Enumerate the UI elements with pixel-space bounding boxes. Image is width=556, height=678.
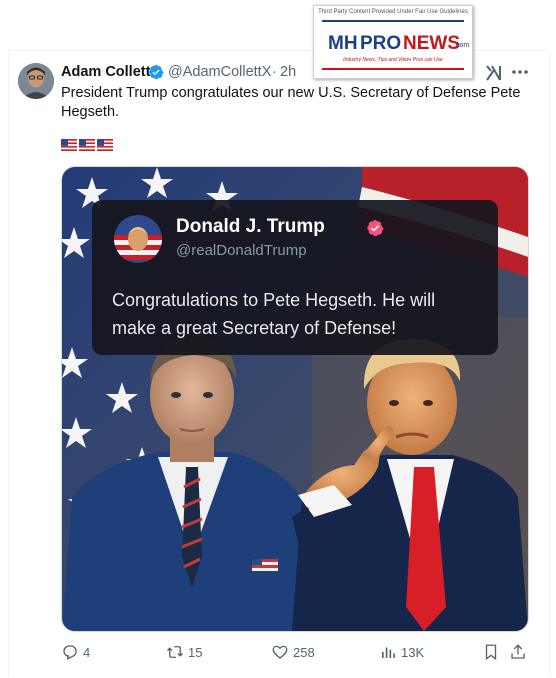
like-icon [272,645,288,659]
watermark-rule [322,20,464,22]
watermark-tagline: Industry News, Tips and Views Pros can U… [343,57,443,63]
post-media-image[interactable]: Donald J. Trump @realDonaldTrump Congrat… [61,166,529,632]
share-icon [511,644,525,659]
author-name[interactable]: Adam Collett [61,64,150,80]
repost-button[interactable]: 15 [166,642,202,662]
embedded-post-card: Donald J. Trump @realDonaldTrump Congrat… [92,200,498,355]
us-flag-icon [61,139,77,151]
post-time[interactable]: 2h [280,64,296,80]
flag-emojis [61,139,113,153]
views-count: 13K [401,644,425,660]
us-flag-icon [79,139,95,151]
action-bar: 4 15 258 13K [61,642,531,664]
reply-icon [63,645,77,660]
like-button[interactable]: 258 [271,642,315,662]
reply-button[interactable]: 4 [61,642,90,662]
author-handle[interactable]: @AdamCollettX [168,64,271,80]
more-icon[interactable] [509,63,531,81]
watermark-logo: MH PRO NEWS .com [314,28,472,58]
watermark: Third Party Content Provided Under Fair … [313,5,473,79]
embedded-post-name: Donald J. Trump [176,216,325,237]
time-separator: · [272,64,277,80]
share-button[interactable] [509,642,527,662]
views-icon [382,647,395,658]
verified-badge-icon [149,64,164,80]
watermark-caption: Third Party Content Provided Under Fair … [318,9,468,15]
like-count: 258 [293,644,315,660]
tweet-text: President Trump congratulates our new U.… [61,85,521,120]
page: Third Party Content Provided Under Fair … [0,0,556,678]
watermark-logo-mh: MH [328,33,358,54]
bookmark-button[interactable] [482,642,500,662]
watermark-logo-com: .com [454,42,469,49]
embedded-post-avatar [114,215,162,263]
bookmark-icon [485,644,497,661]
us-flag-icon [97,139,113,151]
views-button[interactable]: 13K [379,642,424,662]
embedded-verified-badge-icon [367,219,384,237]
grok-icon[interactable] [484,63,504,83]
repost-count: 15 [188,644,203,660]
reply-count: 4 [83,644,91,660]
watermark-logo-pro: PRO [360,33,401,54]
repost-icon [167,646,183,658]
embedded-post-text: Congratulations to Pete Hegseth. He will… [112,290,436,338]
embedded-post-handle: @realDonaldTrump [176,242,307,259]
watermark-logo-news: NEWS [403,33,460,54]
watermark-rule-bottom [322,68,464,70]
author-avatar[interactable] [18,63,54,99]
